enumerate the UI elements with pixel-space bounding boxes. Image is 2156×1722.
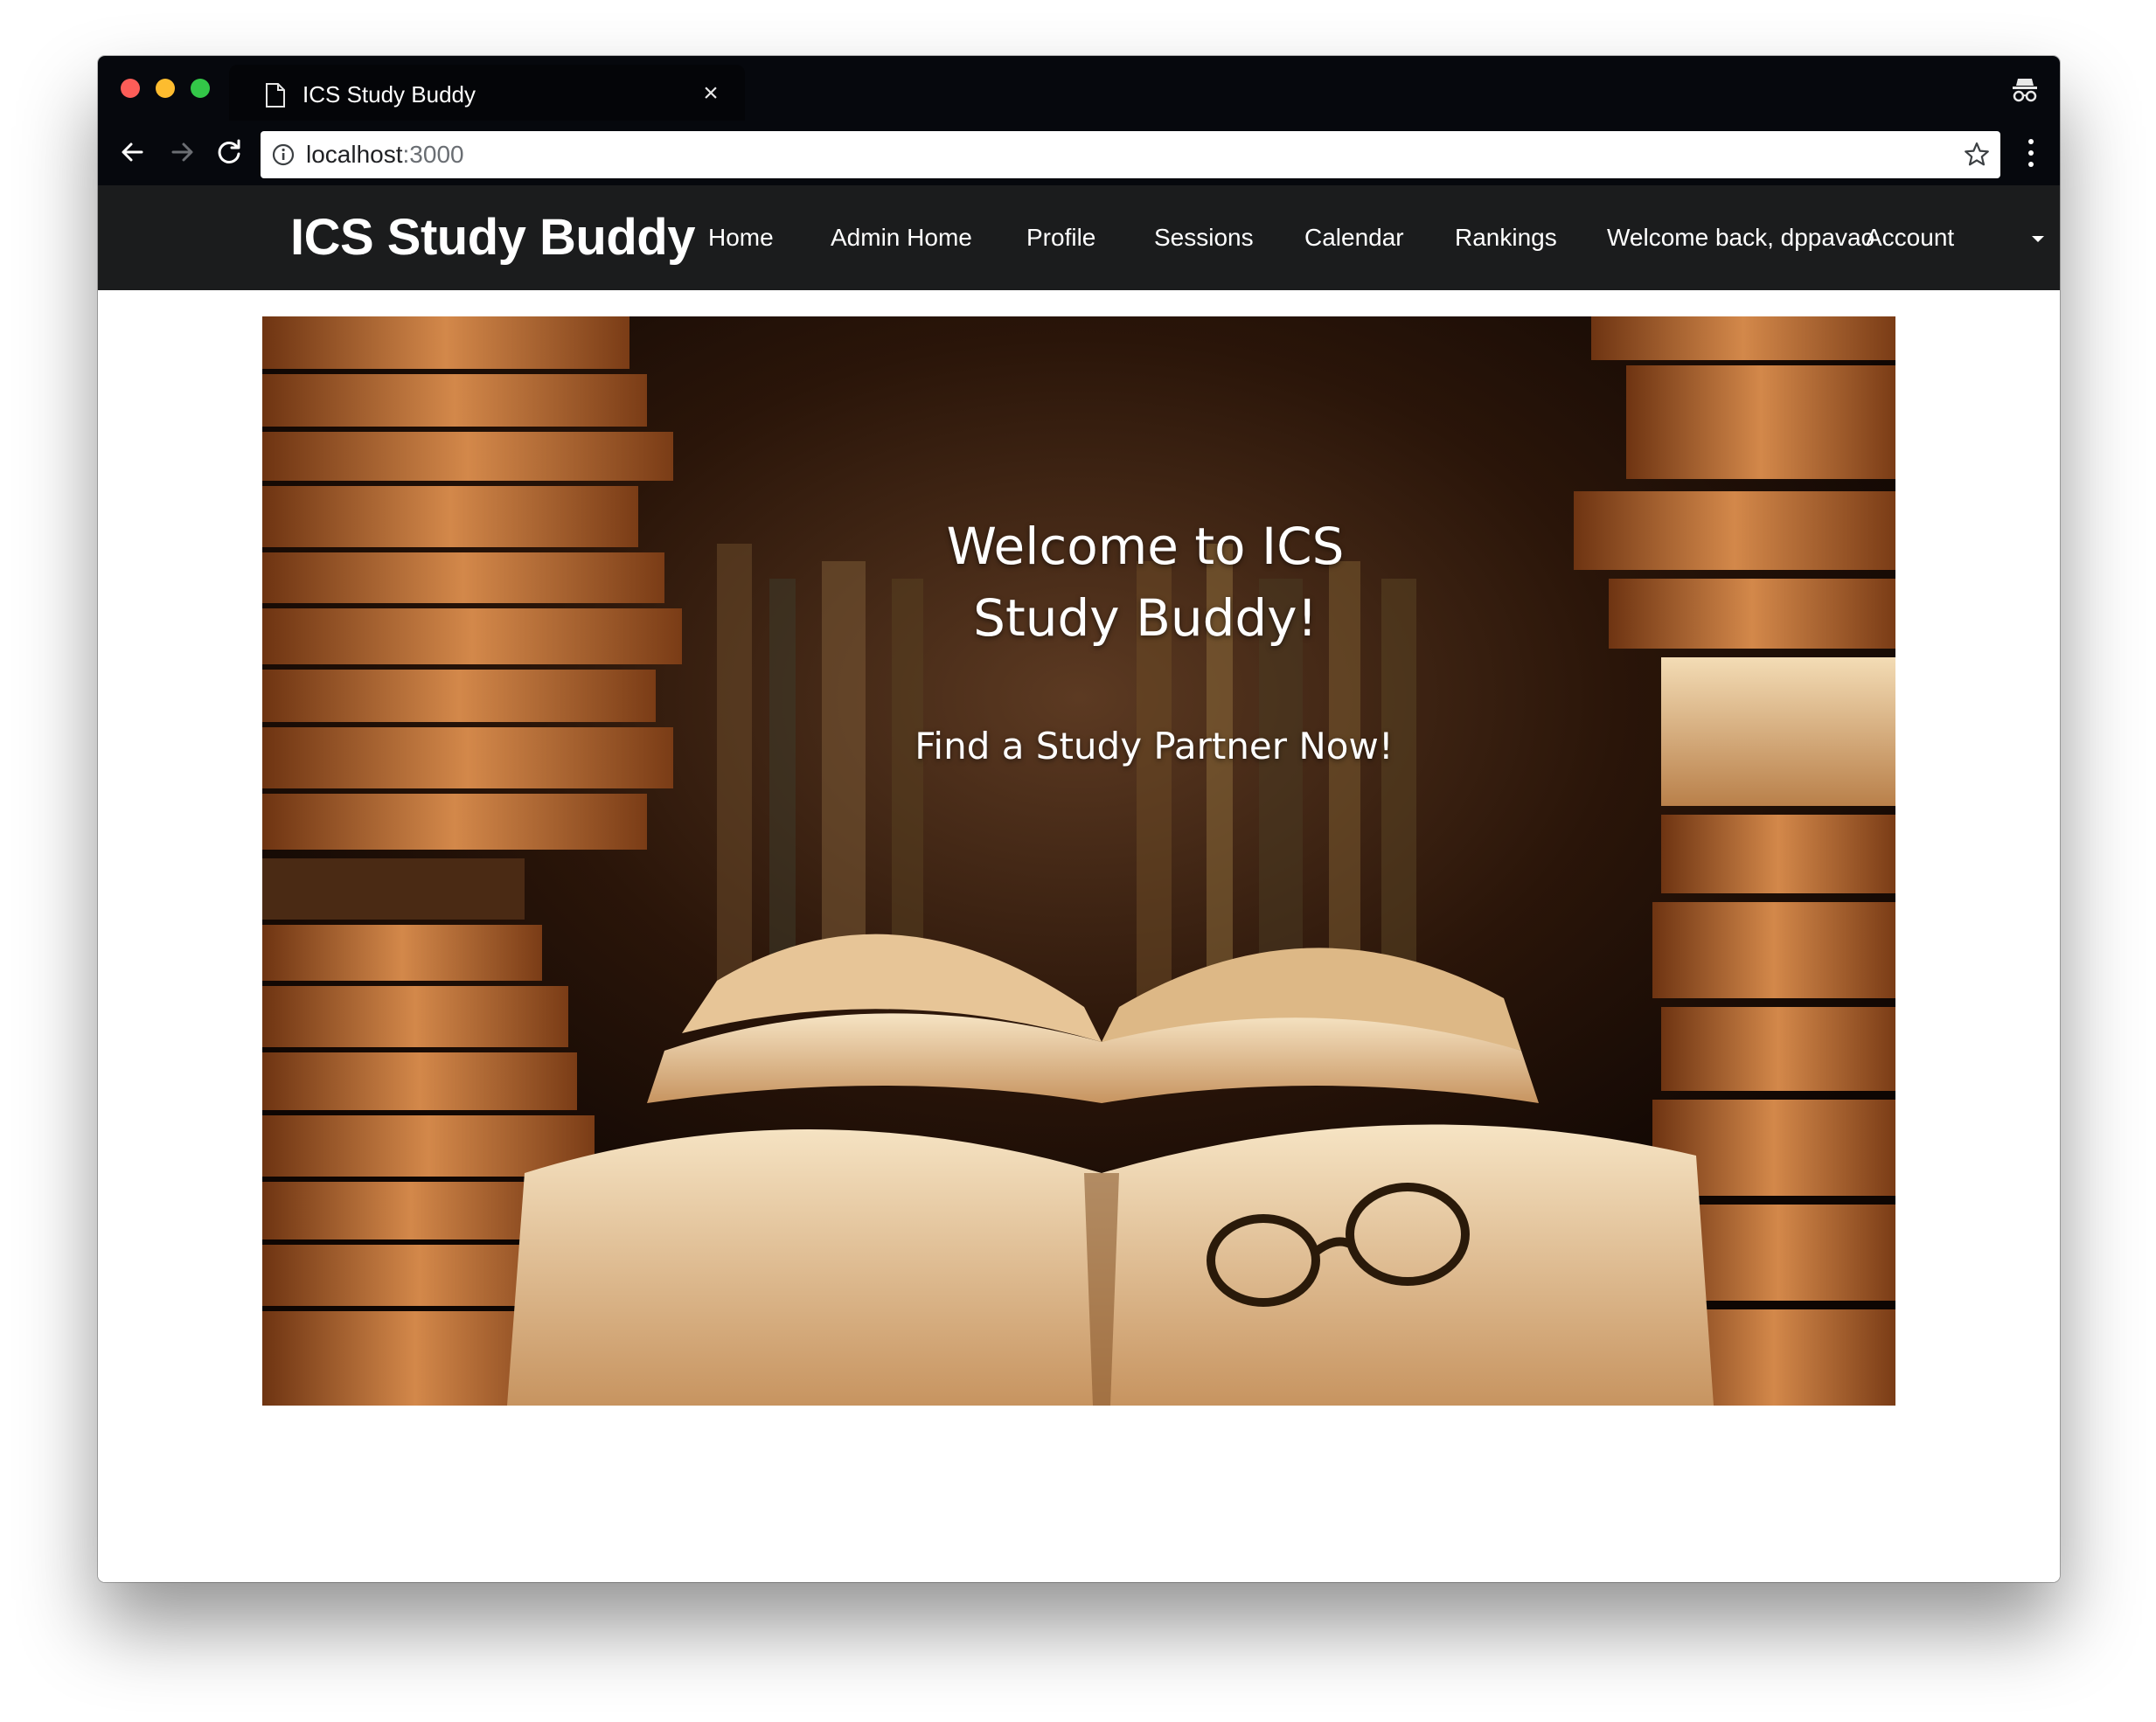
hero-title-line1: Welcome to ICS bbox=[946, 517, 1345, 576]
document-icon bbox=[266, 83, 285, 108]
maximize-window-button[interactable] bbox=[191, 79, 210, 98]
url-port: :3000 bbox=[402, 141, 464, 168]
books-background-image bbox=[262, 316, 1895, 1406]
hero-title: Welcome to ICS Study Buddy! bbox=[901, 510, 1390, 654]
nav-account-dropdown[interactable]: Account bbox=[1866, 222, 1954, 253]
forward-arrow-icon[interactable] bbox=[164, 135, 199, 170]
more-options-icon[interactable] bbox=[2025, 136, 2037, 170]
nav-sessions[interactable]: Sessions bbox=[1154, 222, 1254, 253]
browser-tab[interactable]: ICS Study Buddy × bbox=[229, 65, 745, 121]
tab-title: ICS Study Buddy bbox=[303, 81, 476, 108]
nav-calendar[interactable]: Calendar bbox=[1304, 222, 1404, 253]
close-icon[interactable]: × bbox=[698, 80, 724, 107]
url-host: localhost bbox=[306, 141, 403, 168]
info-icon[interactable] bbox=[271, 142, 296, 167]
caret-down-icon[interactable] bbox=[2032, 236, 2044, 242]
site-brand[interactable]: ICS Study Buddy bbox=[290, 208, 695, 267]
hero-banner: Welcome to ICS Study Buddy! Find a Study… bbox=[262, 316, 1895, 1406]
minimize-window-button[interactable] bbox=[156, 79, 175, 98]
nav-rankings[interactable]: Rankings bbox=[1455, 222, 1557, 253]
hero-title-line2: Study Buddy! bbox=[973, 588, 1318, 648]
nav-welcome-user[interactable]: Welcome back, dppavao bbox=[1607, 222, 1874, 253]
address-bar[interactable]: localhost:3000 bbox=[261, 131, 2000, 178]
nav-home[interactable]: Home bbox=[708, 222, 774, 253]
hero-subtitle: Find a Study Partner Now! bbox=[915, 725, 1394, 767]
nav-admin-home[interactable]: Admin Home bbox=[831, 222, 972, 253]
close-window-button[interactable] bbox=[121, 79, 140, 98]
back-arrow-icon[interactable] bbox=[115, 135, 150, 170]
incognito-icon[interactable] bbox=[2009, 73, 2041, 105]
site-navbar: ICS Study Buddy Home Admin Home Profile … bbox=[98, 185, 2060, 290]
page-content: ICS Study Buddy Home Admin Home Profile … bbox=[98, 185, 2060, 1582]
url-text[interactable]: localhost:3000 bbox=[306, 140, 464, 170]
nav-profile[interactable]: Profile bbox=[1026, 222, 1095, 253]
browser-window: ICS Study Buddy × localhost:3000 ICS Stu… bbox=[98, 56, 2060, 1582]
browser-toolbar: localhost:3000 bbox=[98, 121, 2060, 185]
bookmark-star-icon[interactable] bbox=[1962, 140, 1992, 170]
tab-strip: ICS Study Buddy × bbox=[98, 56, 2060, 121]
reload-icon[interactable] bbox=[212, 135, 247, 170]
